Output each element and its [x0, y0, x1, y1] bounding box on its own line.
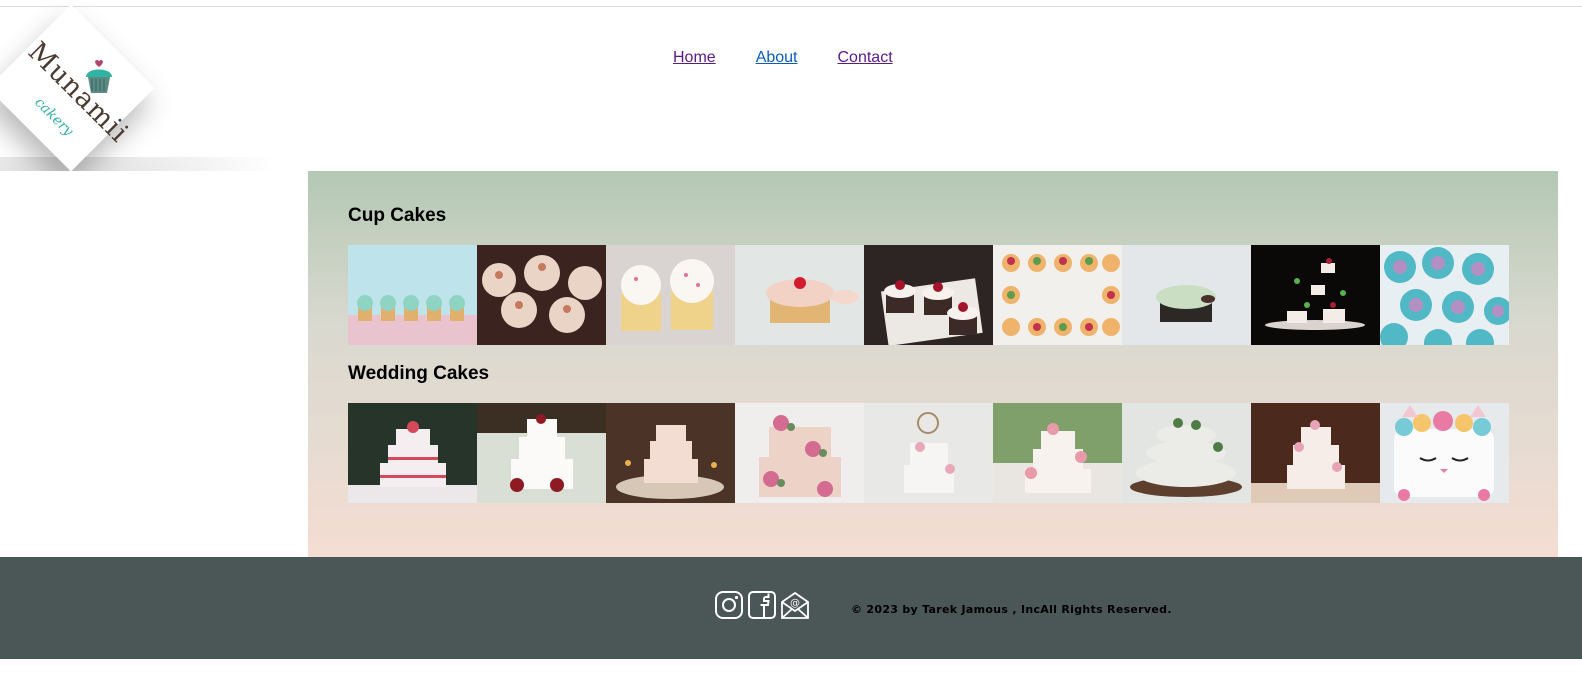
- wedding-cake-photo[interactable]: [1380, 403, 1509, 503]
- wedding-cake-photo[interactable]: [348, 403, 477, 503]
- wedding-cake-photo[interactable]: [606, 403, 735, 503]
- wedding-cake-photo[interactable]: [993, 403, 1122, 503]
- copyright-text: © 2023 by Tarek Jamous , IncAll Rights R…: [851, 603, 1172, 616]
- site-header: Munamii cakery Home About Contact: [0, 4, 1582, 277]
- left-panel: [0, 171, 308, 557]
- cupcake-photo[interactable]: [1380, 245, 1509, 345]
- nav-link-about[interactable]: About: [756, 49, 798, 67]
- wedding-cakes-heading: Wedding Cakes: [348, 363, 490, 384]
- social-links: @: [714, 590, 810, 620]
- wedding-cake-photo[interactable]: [1251, 403, 1380, 503]
- cupcake-photo[interactable]: [348, 245, 477, 345]
- facebook-icon[interactable]: [747, 590, 777, 620]
- logo-text-group: Munamii cakery: [0, 7, 160, 167]
- wedding-cake-photo[interactable]: [477, 403, 606, 503]
- svg-text:@: @: [790, 598, 800, 609]
- wedding-cakes-row: [348, 403, 1509, 503]
- cupcake-photo[interactable]: [477, 245, 606, 345]
- cupcake-photo[interactable]: [1122, 245, 1251, 345]
- nav-link-contact[interactable]: Contact: [838, 49, 893, 67]
- nav-link-home[interactable]: Home: [673, 49, 716, 67]
- wedding-cake-photo[interactable]: [1122, 403, 1251, 503]
- cupcake-photo[interactable]: [864, 245, 993, 345]
- wedding-cake-photo[interactable]: [735, 403, 864, 503]
- cupcake-photo[interactable]: [993, 245, 1122, 345]
- cupcakes-heading: Cup Cakes: [348, 205, 447, 226]
- site-footer: @ © 2023 by Tarek Jamous , IncAll Rights…: [0, 557, 1582, 659]
- cupcakes-row: [348, 245, 1509, 345]
- cupcake-photo[interactable]: [1251, 245, 1380, 345]
- logo-brand-name: Munamii: [21, 36, 135, 149]
- gallery-section: Cup Cakes Wedding Cakes: [308, 171, 1558, 557]
- main-nav: Home About Contact: [673, 49, 893, 67]
- instagram-icon[interactable]: [714, 590, 744, 620]
- cupcake-logo-icon: [86, 59, 112, 93]
- wedding-cake-photo[interactable]: [864, 403, 993, 503]
- email-icon[interactable]: @: [780, 590, 810, 620]
- browser-top-edge: [0, 0, 1582, 7]
- cupcake-photo[interactable]: [606, 245, 735, 345]
- cupcake-photo[interactable]: [735, 245, 864, 345]
